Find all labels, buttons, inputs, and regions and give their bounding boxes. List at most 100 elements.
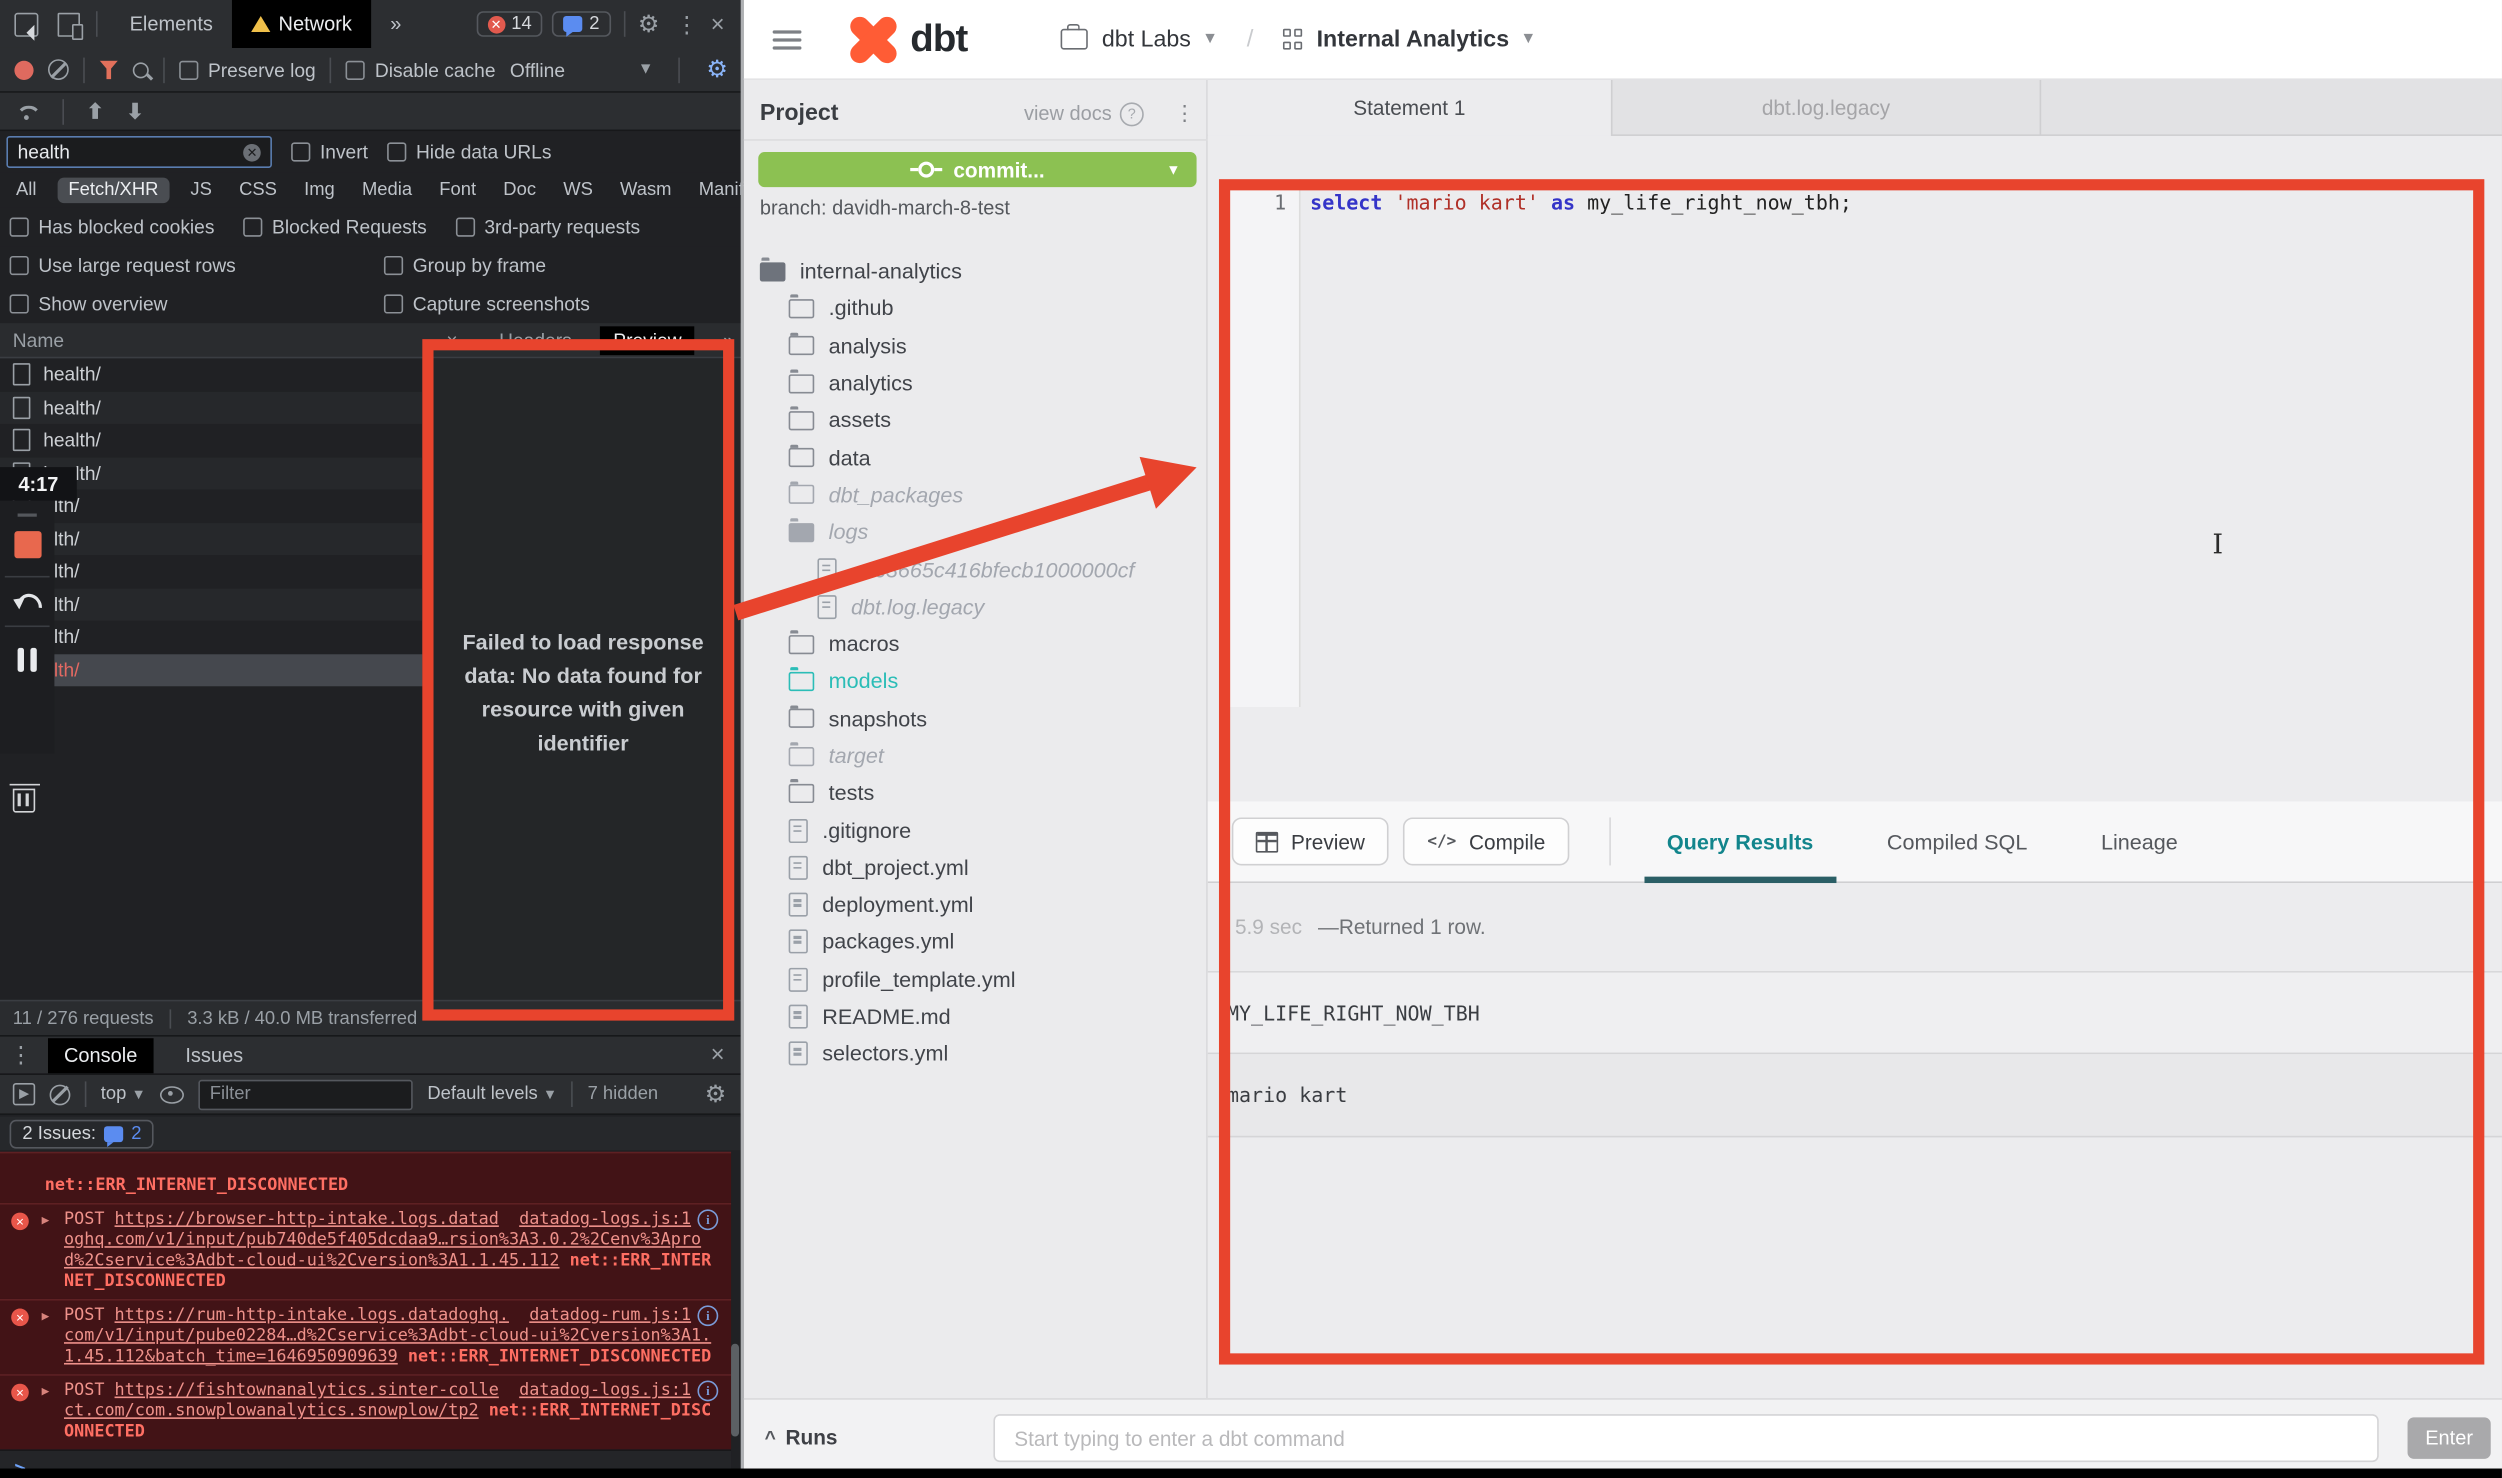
tree-item-data[interactable]: data bbox=[744, 439, 1208, 476]
more-tabs-chevron[interactable]: » bbox=[371, 0, 421, 48]
blocked-requests-checkbox[interactable]: Blocked Requests bbox=[243, 216, 427, 238]
error-url-link[interactable]: https://fishtownanalytics.sinter-collect… bbox=[64, 1381, 499, 1421]
tree-item-internal-analytics[interactable]: internal-analytics bbox=[744, 253, 1208, 290]
tree-item-models[interactable]: models bbox=[744, 663, 1208, 700]
filter-chip-img[interactable]: Img bbox=[298, 178, 341, 204]
console-error-entry[interactable]: ✕▶datadog-logs.js:1iPOST https://fishtow… bbox=[0, 1374, 731, 1449]
search-icon[interactable] bbox=[133, 62, 149, 78]
filter-chip-fetch-xhr[interactable]: Fetch/XHR bbox=[57, 178, 169, 204]
capture-screenshots-checkbox[interactable]: Capture screenshots bbox=[384, 293, 590, 315]
devtools-close-icon[interactable]: × bbox=[711, 10, 725, 37]
settings-gear-icon[interactable]: ⚙ bbox=[638, 12, 660, 36]
org-selector[interactable]: dbt Labs bbox=[1102, 26, 1191, 52]
expand-icon[interactable]: ▶ bbox=[42, 1381, 50, 1402]
disable-cache-checkbox[interactable]: Disable cache bbox=[346, 58, 495, 80]
request-row[interactable]: alth/ bbox=[0, 522, 422, 555]
request-row[interactable]: health/ bbox=[0, 424, 422, 457]
tree-item-analysis[interactable]: analysis bbox=[744, 327, 1208, 364]
source-link[interactable]: datadog-logs.js:1 bbox=[519, 1381, 691, 1402]
filter-chip-js[interactable]: JS bbox=[184, 178, 218, 204]
console-settings-gear-icon[interactable]: ⚙ bbox=[705, 1082, 727, 1106]
tree-item-profile-template-yml[interactable]: profile_template.yml bbox=[744, 961, 1208, 998]
info-circle-icon[interactable]: i bbox=[697, 1305, 718, 1326]
commit-button[interactable]: commit... ▼ bbox=[758, 152, 1196, 187]
network-conditions-icon[interactable] bbox=[14, 103, 40, 119]
inspect-element-icon[interactable] bbox=[14, 12, 38, 36]
request-row[interactable]: health/ bbox=[0, 358, 422, 391]
hamburger-menu-icon[interactable] bbox=[773, 30, 802, 49]
commit-chevron-icon[interactable]: ▼ bbox=[1166, 162, 1180, 178]
help-icon[interactable]: ? bbox=[1120, 102, 1144, 126]
devtools-menu-icon[interactable]: ⋮ bbox=[675, 10, 697, 37]
expand-icon[interactable]: ▶ bbox=[42, 1305, 50, 1326]
message-count-badge[interactable]: 2 bbox=[552, 11, 610, 37]
tree-item-selectors-yml[interactable]: selectors.yml bbox=[744, 1035, 1208, 1072]
runs-toggle[interactable]: ^Runs bbox=[765, 1425, 838, 1449]
tree-item-assets[interactable]: assets bbox=[744, 402, 1208, 439]
invert-checkbox[interactable]: Invert bbox=[291, 141, 368, 163]
editor-tab-dbt-log-legacy[interactable]: dbt.log.legacy bbox=[1612, 80, 2041, 136]
clear-icon[interactable] bbox=[48, 59, 69, 80]
show-overview-checkbox[interactable]: Show overview bbox=[10, 293, 168, 315]
project-selector[interactable]: Internal Analytics bbox=[1317, 26, 1510, 52]
tree-item-analytics[interactable]: analytics bbox=[744, 365, 1208, 402]
tree-item-packages-yml[interactable]: packages.yml bbox=[744, 924, 1208, 961]
enter-button[interactable]: Enter bbox=[2408, 1417, 2491, 1459]
third-party-checkbox[interactable]: 3rd-party requests bbox=[456, 216, 641, 238]
log-levels-select[interactable]: Default levels ▼ bbox=[427, 1085, 557, 1104]
large-rows-checkbox[interactable]: Use large request rows bbox=[10, 254, 236, 276]
tree-item-deployment-yml[interactable]: deployment.yml bbox=[744, 886, 1208, 923]
request-row[interactable]: alth/ bbox=[0, 588, 422, 621]
error-count-badge[interactable]: ✕14 bbox=[476, 11, 543, 37]
preserve-log-checkbox[interactable]: Preserve log bbox=[179, 58, 316, 80]
issues-pill[interactable]: 2 Issues: 2 bbox=[10, 1119, 155, 1148]
record-icon[interactable] bbox=[14, 60, 33, 79]
console-error-entry[interactable]: net::ERR_INTERNET_DISCONNECTED bbox=[0, 1152, 731, 1203]
tree-item-readme-md[interactable]: README.md bbox=[744, 998, 1208, 1035]
network-settings-gear-icon[interactable]: ⚙ bbox=[706, 58, 728, 82]
recorder-minimize-icon[interactable] bbox=[18, 514, 37, 517]
console-filter-input[interactable]: Filter bbox=[199, 1079, 413, 1109]
info-circle-icon[interactable]: i bbox=[697, 1381, 718, 1402]
console-scrollbar[interactable] bbox=[731, 1344, 739, 1437]
device-toolbar-icon[interactable] bbox=[58, 12, 80, 36]
tab-console[interactable]: Console bbox=[48, 1037, 153, 1072]
group-by-frame-checkbox[interactable]: Group by frame bbox=[384, 254, 546, 276]
filter-chip-ws[interactable]: WS bbox=[557, 178, 599, 204]
recorder-delete-icon[interactable] bbox=[13, 765, 35, 813]
recorder-stop-icon[interactable] bbox=[14, 531, 41, 558]
tree-item-gitignore[interactable]: .gitignore bbox=[744, 812, 1208, 849]
sidebar-menu-icon[interactable]: ⋮ bbox=[1174, 101, 1195, 127]
network-filter-input[interactable]: health✕ bbox=[6, 136, 272, 168]
tree-item-github[interactable]: .github bbox=[744, 290, 1208, 327]
console-close-icon[interactable]: × bbox=[711, 1041, 725, 1068]
console-error-entry[interactable]: ✕▶datadog-logs.js:1iPOST https://browser… bbox=[0, 1203, 731, 1299]
tab-network[interactable]: Network bbox=[232, 0, 371, 48]
tree-item-tests[interactable]: tests bbox=[744, 775, 1208, 812]
context-select[interactable]: top ▼ bbox=[101, 1085, 146, 1104]
source-link[interactable]: datadog-rum.js:1 bbox=[529, 1305, 691, 1326]
view-docs-link[interactable]: view docs? bbox=[1024, 102, 1144, 126]
console-menu-icon[interactable]: ⋮ bbox=[10, 1041, 32, 1068]
filter-chip-doc[interactable]: Doc bbox=[497, 178, 543, 204]
project-chevron-icon[interactable]: ▼ bbox=[1520, 30, 1536, 48]
recorder-restart-icon[interactable] bbox=[17, 593, 38, 607]
request-row[interactable]: health/ bbox=[0, 391, 422, 424]
dbt-logo[interactable] bbox=[849, 15, 897, 63]
has-blocked-cookies-checkbox[interactable]: Has blocked cookies bbox=[10, 216, 215, 238]
filter-chip-font[interactable]: Font bbox=[433, 178, 483, 204]
filter-chip-wasm[interactable]: Wasm bbox=[614, 178, 678, 204]
tree-item-snapshots[interactable]: snapshots bbox=[744, 700, 1208, 737]
filter-funnel-icon[interactable] bbox=[99, 60, 118, 79]
console-error-entry[interactable]: ✕▶datadog-rum.js:1iPOST https://rum-http… bbox=[0, 1299, 731, 1374]
filter-chip-css[interactable]: CSS bbox=[233, 178, 284, 204]
editor-tab-statement-1[interactable]: Statement 1 bbox=[1208, 80, 1613, 136]
tree-item-target[interactable]: target bbox=[744, 737, 1208, 774]
filter-chip-all[interactable]: All bbox=[10, 178, 43, 204]
org-chevron-icon[interactable]: ▼ bbox=[1202, 30, 1218, 48]
dbt-command-input[interactable]: Start typing to enter a dbt command bbox=[993, 1414, 2378, 1462]
tab-elements[interactable]: Elements bbox=[110, 0, 232, 48]
request-row[interactable]: alth/ bbox=[0, 555, 422, 588]
clear-filter-icon[interactable]: ✕ bbox=[243, 143, 261, 161]
tab-issues[interactable]: Issues bbox=[169, 1037, 259, 1072]
